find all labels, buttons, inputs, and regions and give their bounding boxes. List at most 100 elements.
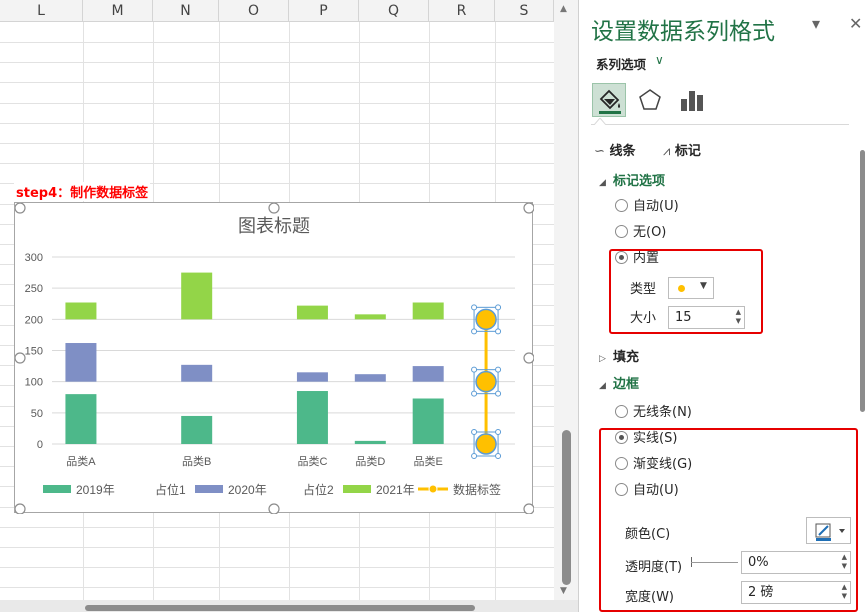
bar-2020年 [181,364,213,382]
legend-label: 占位1 [155,482,186,497]
radio-auto[interactable] [615,199,628,212]
collapse-triangle-icon: ◢ [599,178,606,188]
bar-2019年 [296,391,328,444]
fill-heading: 填充 [613,350,640,365]
bar-2020年 [354,374,386,382]
y-tick-label: 300 [25,252,43,264]
column-header-s[interactable]: S [495,0,554,22]
y-tick-label: 200 [25,314,43,326]
chevron-down-icon[interactable]: ∨ [655,53,664,67]
selection-handle [471,429,478,435]
fill-section[interactable]: ▷ 填充 [599,346,639,365]
tab-divider [591,124,849,125]
subtab-line-label: 线条 [609,144,636,159]
format-data-series-pane: 设置数据系列格式 ▾ ✕ 系列选项 ∨ ∽ 线条 ⩘ 标记 ◢ 标记选项 自动(… [578,0,865,612]
bar-2020年 [296,372,328,382]
marker-auto-label: 自动(U) [633,199,679,214]
effects-tab[interactable] [633,83,667,117]
subtab-line[interactable]: ∽ 线条 [594,140,635,159]
bar-chart-icon [681,91,703,111]
pane-close-icon[interactable]: ✕ [849,14,862,33]
radio-no-line[interactable] [615,405,628,418]
vertical-scrollbar[interactable]: ▲ ▼ [554,0,578,600]
pane-options-icon[interactable]: ▾ [812,14,820,33]
legend-label: 数据标签 [453,482,501,497]
selection-handle [471,453,478,459]
y-tick-label: 50 [31,408,43,420]
subtab-marker[interactable]: ⩘ 标记 [663,140,701,159]
chart-resize-handle [15,352,26,364]
legend-swatch [43,485,71,493]
bar-2019年 [65,394,97,444]
column-header-n[interactable]: N [153,0,219,22]
marker-options-heading: 标记选项 [613,174,666,189]
selection-handle [495,304,502,311]
column-header-l[interactable]: L [0,0,83,22]
border-heading: 边框 [613,377,640,392]
bar-2021年 [65,302,97,320]
label-series-marker [475,308,497,331]
label-series-marker [475,433,497,455]
column-header-o[interactable]: O [219,0,289,22]
horizontal-scroll-thumb[interactable] [85,605,475,611]
series-options-dropdown[interactable]: 系列选项 [596,54,646,73]
border-section[interactable]: ◢ 边框 [599,373,639,392]
horizontal-scrollbar[interactable] [0,600,578,612]
x-tick-label: 品类A [66,454,96,468]
chart-title: 图表标题 [238,216,310,236]
label-series-marker [475,370,497,393]
selection-handle [495,390,502,397]
chart-resize-handle [268,203,280,214]
subtab-marker-label: 标记 [674,144,701,159]
pentagon-icon [639,89,661,110]
expand-triangle-icon: ▷ [599,354,606,364]
selection-handle [471,390,478,397]
radio-none[interactable] [615,225,628,238]
selection-handle [495,366,502,373]
bar-2019年 [412,398,444,444]
chart-resize-handle [15,203,26,214]
chart-resize-handle [523,352,534,364]
chart-resize-handle [268,503,280,514]
spreadsheet-area[interactable]: L M N O P Q R S step4：制作数据标签 图表标题 0 50 100 1… [0,0,578,612]
highlight-box-border [599,428,858,612]
selection-handle [495,453,502,459]
y-tick-label: 0 [37,439,43,451]
pane-title: 设置数据系列格式 [591,19,775,45]
series-options-tab[interactable] [675,83,709,117]
x-tick-label: 品类D [355,454,385,468]
y-tick-label: 100 [25,377,43,389]
vertical-scroll-thumb[interactable] [562,430,571,585]
column-header-r[interactable]: R [429,0,495,22]
pane-scroll-thumb[interactable] [860,150,865,412]
legend-swatch [343,485,371,493]
column-header-m[interactable]: M [83,0,153,22]
bar-2020年 [65,343,97,382]
marker-options-section[interactable]: ◢ 标记选项 [599,170,665,189]
scroll-up-icon[interactable]: ▲ [560,4,567,14]
y-tick-label: 150 [25,346,43,358]
legend-marker [428,484,438,494]
scroll-down-icon[interactable]: ▼ [560,586,567,596]
bar-2020年 [412,366,444,382]
column-header-bar: L M N O P Q R S [0,0,554,22]
column-header-p[interactable]: P [289,0,359,22]
tab-caret-icon [594,118,606,125]
x-tick-label: 品类E [414,454,443,468]
fill-line-tab[interactable] [592,83,626,117]
column-header-q[interactable]: Q [359,0,429,22]
legend-label: 2021年 [376,483,415,497]
border-no-line-option[interactable]: 无线条(N) [615,404,692,422]
x-tick-label: 品类B [182,454,211,468]
bar-2021年 [354,314,386,320]
y-tick-label: 250 [25,283,43,295]
bar-2019年 [354,440,386,444]
chart-area[interactable]: 图表标题 0 50 100 150 200 250 300 品类A 品类B 品类C 品类D 品类E 201… [14,202,534,514]
legend-label: 2019年 [76,483,115,497]
marker-none-option[interactable]: 无(O) [615,224,666,242]
border-no-line-label: 无线条(N) [633,405,692,420]
selection-handle [471,366,478,373]
selection-handle [471,304,478,311]
chart-resize-handle [523,203,534,214]
marker-auto-option[interactable]: 自动(U) [615,198,679,216]
